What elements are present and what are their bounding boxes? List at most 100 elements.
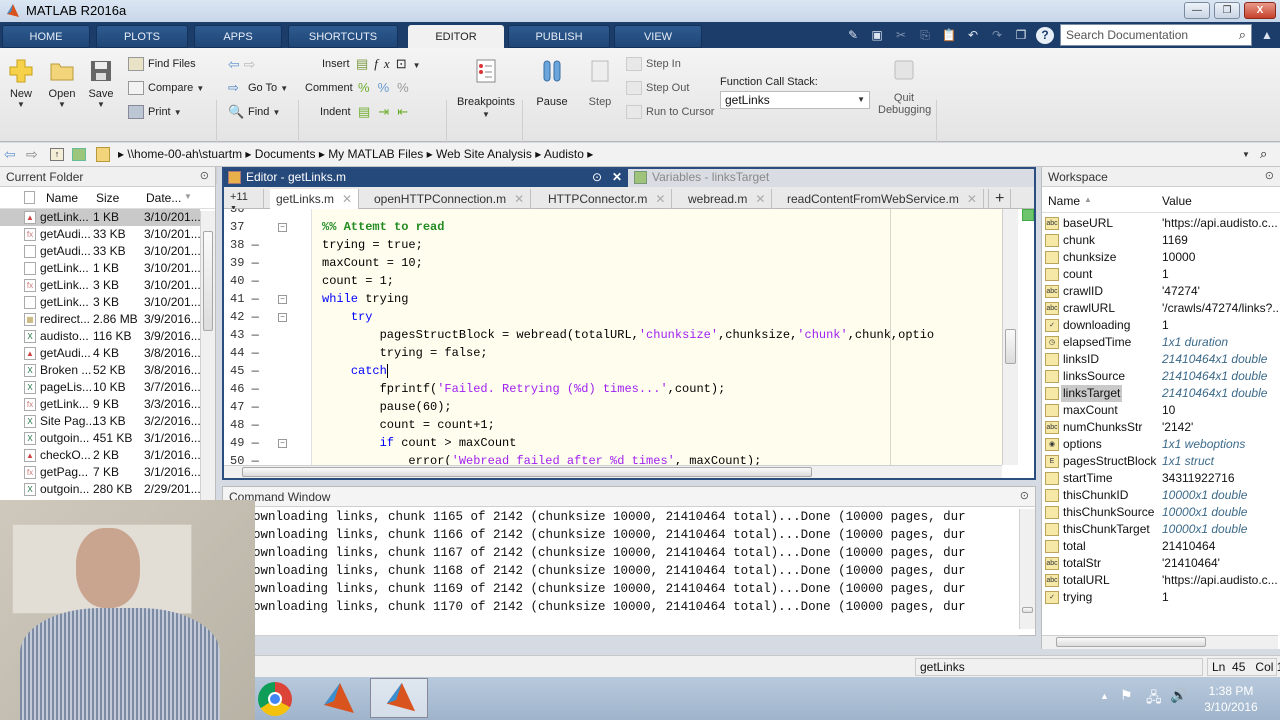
workspace-variable-row[interactable]: EpagesStructBlock 1x1 struct — [1042, 453, 1278, 470]
close-button[interactable]: X — [1244, 2, 1276, 19]
call-stack-dropdown[interactable]: getLinks ▼ — [720, 91, 870, 109]
find-button[interactable]: 🔍 Find ▼ — [228, 103, 280, 121]
column-name[interactable]: Name — [1048, 194, 1080, 208]
workspace-variable-row[interactable]: abc baseURL 'https://api.audisto.c... — [1042, 215, 1278, 232]
restore-button[interactable]: ❐ — [1214, 2, 1240, 19]
clock[interactable]: 1:38 PM 3/10/2016 — [1198, 683, 1264, 715]
address-history-dropdown[interactable]: ▼ — [1242, 150, 1250, 159]
editor-hscrollbar[interactable] — [224, 465, 1002, 478]
tab-apps[interactable]: APPS — [194, 25, 282, 48]
browse-folder-icon[interactable] — [72, 148, 86, 161]
panel-menu-icon[interactable]: ⊙ — [1265, 169, 1274, 182]
workspace-variable-row[interactable]: startTime 34311922716 — [1042, 470, 1278, 487]
line-number[interactable]: 44 — — [230, 346, 270, 360]
fold-toggle-icon[interactable]: − — [278, 313, 287, 322]
line-number[interactable]: 36 — [230, 209, 270, 216]
column-date[interactable]: Date... — [146, 191, 181, 205]
step-out-button[interactable]: Step Out — [626, 79, 689, 97]
back-arrow-icon[interactable]: ⇦ — [4, 146, 16, 163]
code-line[interactable]: count = count+1; — [322, 418, 495, 432]
tab-webread[interactable]: webread.m ✕ — [682, 189, 773, 209]
search-documentation-input[interactable]: Search Documentation ⌕ — [1060, 24, 1252, 46]
workspace-variable-row[interactable]: abc totalURL 'https://api.audisto.c... — [1042, 572, 1278, 589]
code-line[interactable]: count = 1; — [322, 274, 394, 288]
column-size[interactable]: Size — [96, 191, 119, 205]
tab-readcontentfromwebservice[interactable]: readContentFromWebService.m ✕ — [781, 189, 984, 209]
workspace-variable-row[interactable]: linksTarget 21410464x1 double — [1042, 385, 1278, 402]
insert-fi-icon[interactable]: ⊡ — [396, 56, 413, 71]
code-line[interactable]: trying = true; — [322, 238, 423, 252]
workspace-variable-row[interactable]: ✓ downloading 1 — [1042, 317, 1278, 334]
matlab-taskbar-active[interactable] — [370, 678, 428, 718]
code-line[interactable]: trying = false; — [322, 346, 488, 360]
new-script-icon[interactable]: ✎ — [844, 27, 862, 44]
line-number[interactable]: 39 — — [230, 256, 270, 270]
workspace-variable-row[interactable]: thisChunkSource 10000x1 double — [1042, 504, 1278, 521]
tab-plots[interactable]: PLOTS — [96, 25, 188, 48]
action-center-flag-icon[interactable]: ⚑ — [1120, 687, 1133, 704]
breadcrumb-item[interactable]: Web Site Analysis — [436, 147, 532, 161]
workspace-variable-row[interactable]: ✓ trying 1 — [1042, 589, 1278, 606]
code-line[interactable]: catch — [322, 364, 388, 378]
tab-home[interactable]: HOME — [2, 25, 90, 48]
close-editor-icon[interactable]: ✕ — [612, 170, 622, 184]
insert-icons[interactable]: ▤fx⊡▼ — [356, 55, 427, 73]
decrease-indent-icon[interactable]: ⇤ — [397, 104, 416, 119]
code-line[interactable]: maxCount = 10; — [322, 256, 423, 270]
folder-file-row[interactable]: X Broken ... 52 KB 3/8/2016... — [0, 362, 201, 379]
scroll-thumb[interactable] — [203, 231, 213, 331]
print-button[interactable]: Print ▼ — [128, 103, 182, 121]
workspace-variable-row[interactable]: ◉ options 1x1 weboptions — [1042, 436, 1278, 453]
scroll-thumb[interactable] — [242, 467, 812, 477]
back-nav-icon[interactable]: ⇦ ⇨ — [228, 55, 255, 73]
compare-button[interactable]: Compare ▼ — [128, 79, 204, 97]
code-area[interactable]: 36 37−38 —39 —40 —41 — −42 — −43 —44 —45 —4… — [224, 209, 1002, 465]
breadcrumb-item[interactable]: Documents — [255, 147, 316, 161]
folder-file-row[interactable]: ▲ getAudi... 4 KB 3/8/2016... — [0, 345, 201, 362]
add-tab-button[interactable]: + — [988, 189, 1012, 209]
folder-file-row[interactable]: ▦ redirect... 2.86 MB 3/9/2016... — [0, 311, 201, 328]
folder-file-row[interactable]: Xaudisto... 116 KB 3/9/2016... — [0, 328, 201, 345]
line-number[interactable]: 37 — [230, 220, 270, 234]
folder-file-row[interactable]: fx getLink... 9 KB 3/3/2016... — [0, 396, 201, 413]
code-analyzer-status-icon[interactable] — [1022, 209, 1034, 221]
line-number[interactable]: 40 — — [230, 274, 270, 288]
workspace-variable-row[interactable]: thisChunkTarget 10000x1 double — [1042, 521, 1278, 538]
folder-file-row[interactable]: ▲ checkO... 2 KB 3/1/2016... — [0, 447, 201, 464]
variables-tab[interactable]: Variables - linksTarget — [628, 169, 1034, 187]
tab-httpconnector[interactable]: HTTPConnector.m ✕ — [542, 189, 673, 209]
workspace-variable-row[interactable]: count 1 — [1042, 266, 1278, 283]
uncomment-icon[interactable]: % — [378, 80, 398, 95]
open-button[interactable]: Open ▼ — [46, 58, 78, 109]
line-number[interactable]: 42 — — [230, 310, 270, 324]
wrap-comment-icon[interactable]: % — [397, 80, 417, 95]
folder-scrollbar[interactable] — [200, 211, 215, 500]
command-vscrollbar[interactable] — [1019, 509, 1035, 629]
increase-indent-icon[interactable]: ⇥ — [378, 104, 397, 119]
workspace-variable-row[interactable]: abc crawlURL '/crawls/47274/links?... — [1042, 300, 1280, 317]
paste-icon[interactable]: 📋 — [940, 27, 958, 44]
folder-file-row[interactable]: XpageLis... 10 KB 3/7/2016... — [0, 379, 201, 396]
tab-editor[interactable]: EDITOR — [408, 25, 504, 48]
redo-icon[interactable]: ↷ — [988, 27, 1006, 44]
tab-view[interactable]: VIEW — [614, 25, 702, 48]
command-hscrollbar[interactable] — [253, 635, 1019, 636]
workspace-variable-row[interactable]: thisChunkID 10000x1 double — [1042, 487, 1278, 504]
folder-file-row[interactable]: getLink... 1 KB 3/10/201... — [0, 260, 201, 277]
code-line[interactable]: error('Webread failed after %d times', m… — [322, 454, 761, 465]
workspace-variable-row[interactable]: linksSource 21410464x1 double — [1042, 368, 1278, 385]
tab-shortcuts[interactable]: SHORTCUTS — [288, 25, 398, 48]
help-icon[interactable]: ? — [1036, 27, 1054, 44]
workspace-variable-row[interactable]: total 21410464 — [1042, 538, 1278, 555]
run-to-cursor-button[interactable]: Run to Cursor — [626, 103, 714, 121]
line-number[interactable]: 45 — — [230, 364, 270, 378]
code-line[interactable]: pagesStructBlock = webread(totalURL,'chu… — [322, 328, 935, 342]
smart-indent-icon[interactable]: ▤ — [358, 104, 378, 119]
workspace-variable-row[interactable]: abc crawlID '47274' — [1042, 283, 1278, 300]
workspace-variable-row[interactable]: linksID 21410464x1 double — [1042, 351, 1278, 368]
tab-getlinks[interactable]: getLinks.m ✕ — [270, 189, 360, 209]
comment-icons[interactable]: %%% — [358, 79, 417, 97]
scroll-thumb[interactable] — [1056, 637, 1206, 647]
workspace-hscrollbar[interactable] — [1042, 635, 1278, 649]
folder-file-row[interactable]: X Site Pag... 13 KB 3/2/2016... — [0, 413, 201, 430]
